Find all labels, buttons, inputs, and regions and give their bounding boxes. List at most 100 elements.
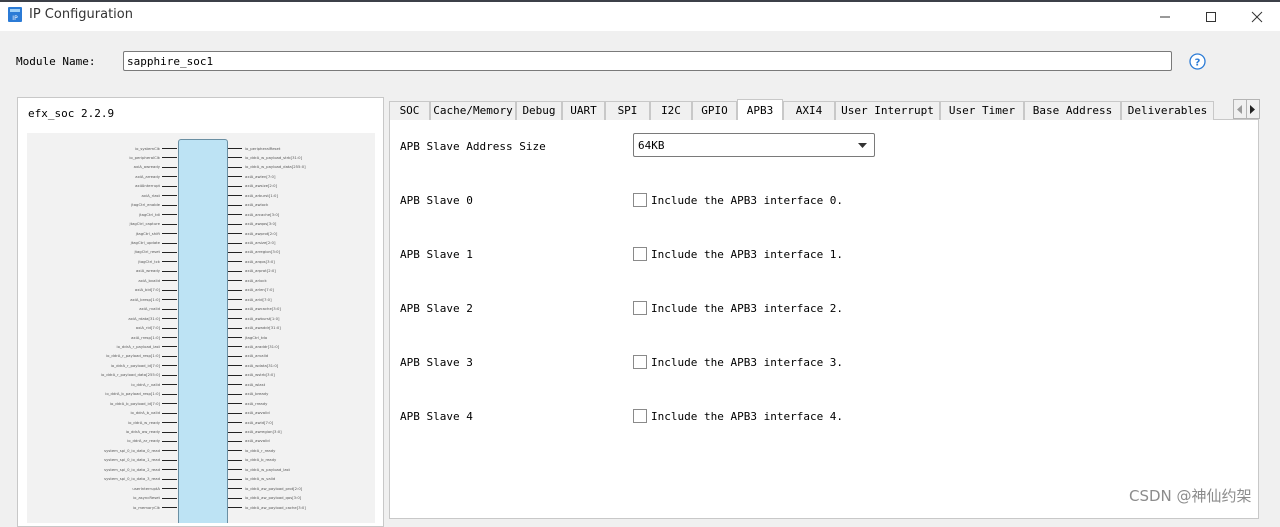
input-pin-wire [162, 327, 177, 329]
input-pin-wire [162, 422, 177, 424]
tab-spi[interactable]: SPI [605, 101, 650, 120]
input-pin-label: axiA_rresp[1:0] [131, 334, 160, 340]
address-size-select[interactable]: 64KB [633, 133, 875, 157]
app-icon: IP [8, 7, 22, 22]
output-pin-label: io_peripheralReset [245, 145, 281, 151]
help-icon[interactable]: ? [1189, 53, 1206, 70]
output-pin-wire [228, 459, 242, 461]
tab-scroll-right-button[interactable] [1246, 99, 1260, 119]
address-size-label: APB Slave Address Size [400, 140, 546, 153]
apb-slave-0-label: APB Slave 0 [400, 194, 473, 207]
input-pin-wire [162, 507, 177, 509]
tab-base-address[interactable]: Base Address [1024, 101, 1121, 120]
input-pin-label: jtagCtrl_reset [134, 249, 160, 255]
input-pin-label: system_spi_0_io_data_2_read [104, 466, 160, 472]
tab-axi4[interactable]: AXI4 [783, 101, 835, 120]
apb-slave-1-checkbox-label[interactable]: Include the APB3 interface 1. [651, 248, 843, 261]
output-pin-wire [228, 233, 242, 235]
minimize-icon [1160, 16, 1170, 18]
minimize-button[interactable] [1142, 2, 1188, 31]
input-pin-label: jtagCtrl_shift [135, 230, 160, 236]
maximize-button[interactable] [1188, 2, 1234, 31]
tab-user-timer[interactable]: User Timer [940, 101, 1024, 120]
output-pin-wire [228, 488, 242, 490]
apb-slave-0-checkbox[interactable] [633, 193, 647, 207]
title-bar [0, 2, 1280, 31]
output-pin-label: axiA_arlock [245, 277, 267, 283]
output-pin-label: io_ddrA_aw_payload_cache[3:0] [245, 504, 306, 510]
tab-cache-memory[interactable]: Cache/Memory [430, 101, 516, 120]
input-pin-wire [162, 440, 177, 442]
module-name-input[interactable]: sapphire_soc1 [123, 51, 1172, 71]
close-button[interactable] [1234, 2, 1280, 31]
input-pin-wire [162, 346, 177, 348]
tab-apb3[interactable]: APB3 [737, 99, 783, 120]
module-name-label: Module Name: [16, 55, 96, 68]
input-pin-wire [162, 204, 177, 206]
output-pin-label: axiA_awid[7:0] [245, 419, 274, 425]
input-pin-wire [162, 431, 177, 433]
input-pin-wire [162, 242, 177, 244]
output-pin-wire [228, 289, 242, 291]
output-pin-wire [228, 308, 242, 310]
output-pin-label: axiA_wdata[31:0] [245, 362, 279, 368]
tab-i2c[interactable]: I2C [650, 101, 692, 120]
output-pin-label: axiA_awsize[2:0] [245, 183, 277, 189]
input-pin-label: jtagCtrl_capture [129, 221, 160, 227]
output-pin-wire [228, 261, 242, 263]
input-pin-label: io_ddrA_b_payload_id[7:0] [110, 400, 160, 406]
input-pin-label: io_ddrA_aw_ready [125, 429, 160, 434]
apb-slave-0-checkbox-label[interactable]: Include the APB3 interface 0. [651, 194, 843, 207]
input-pin-wire [162, 337, 177, 338]
output-pin-wire [228, 318, 242, 320]
input-pin-label: axiA_rid[7:0] [135, 325, 160, 331]
input-pin-label: io_systemClk [135, 145, 160, 151]
output-pin-label: axiA_arprot[2:0] [245, 268, 276, 274]
input-pin-wire [162, 374, 177, 376]
output-pin-label: axiA_arvalid [245, 353, 269, 359]
apb-slave-4-checkbox[interactable] [633, 409, 647, 423]
apb-slave-3-checkbox-label[interactable]: Include the APB3 interface 3. [651, 356, 843, 369]
output-pin-label: axiA_awburst[1:0] [245, 315, 280, 321]
output-pin-wire [228, 166, 242, 168]
apb-slave-2-checkbox-label[interactable]: Include the APB3 interface 2. [651, 302, 843, 315]
input-pin-label: system_spi_0_io_data_3_read [104, 476, 160, 482]
input-pin-label: axiA_bid[7:0] [134, 287, 160, 293]
tab-gpio[interactable]: GPIO [692, 101, 737, 120]
maximize-icon [1206, 12, 1216, 22]
input-pin-label: axiA_bvalid [138, 277, 160, 283]
output-pin-wire [228, 507, 242, 509]
output-pin-label: io_ddrA_b_ready [245, 457, 277, 463]
input-pin-label: axiA_bresp[1:0] [130, 296, 160, 302]
input-pin-label: axiA_awready [133, 164, 160, 170]
input-pin-wire [162, 251, 177, 253]
output-pin-wire [228, 185, 242, 187]
apb-slave-1-checkbox[interactable] [633, 247, 647, 261]
output-pin-wire [228, 157, 242, 159]
input-pin-label: io_ddrA_r_valid [131, 381, 160, 387]
apb-slave-4-checkbox-label[interactable]: Include the APB3 interface 4. [651, 410, 843, 423]
input-pin-wire [162, 488, 177, 490]
tab-uart[interactable]: UART [562, 101, 605, 120]
apb-slave-2-checkbox[interactable] [633, 301, 647, 315]
apb-slave-3-label: APB Slave 3 [400, 356, 473, 369]
input-pin-wire [162, 365, 177, 367]
output-pin-wire [228, 384, 242, 386]
tab-debug[interactable]: Debug [516, 101, 562, 120]
tab-user-interrupt[interactable]: User Interrupt [835, 101, 940, 120]
output-pin-wire [228, 469, 242, 471]
ip-version-label: efx_soc 2.2.9 [28, 107, 115, 120]
tab-scroll-left-button[interactable] [1233, 99, 1247, 119]
output-pin-wire [228, 365, 242, 367]
output-pin-wire [228, 337, 242, 338]
tab-deliverables[interactable]: Deliverables [1121, 101, 1214, 120]
input-pin-label: io_peripheralClk [129, 154, 160, 160]
output-pin-wire [228, 422, 242, 424]
tab-soc[interactable]: SOC [389, 101, 430, 120]
input-pin-label: system_spi_0_io_data_0_read [104, 447, 160, 453]
apb-slave-3-checkbox[interactable] [633, 355, 647, 369]
input-pin-wire [162, 280, 177, 282]
config-panel [389, 119, 1259, 519]
output-pin-label: axiA_arid[7:0] [245, 296, 272, 302]
output-pin-label: axiA_arburst[1:0] [245, 192, 278, 198]
